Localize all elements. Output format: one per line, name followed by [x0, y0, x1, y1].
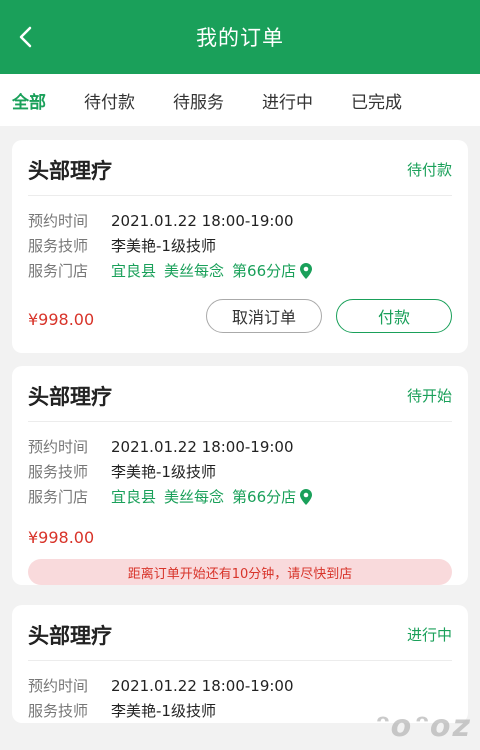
tab-pending-payment[interactable]: 待付款	[84, 88, 135, 113]
store-brand: 美丝每念	[164, 262, 225, 280]
order-status: 进行中	[406, 626, 452, 644]
tab-completed[interactable]: 已完成	[351, 88, 402, 113]
appointment-time-label: 预约时间	[28, 212, 89, 230]
store-row[interactable]: 服务门店 宜良县 美丝每念 第66分店	[28, 484, 452, 509]
chevron-left-icon	[19, 26, 32, 48]
pay-button[interactable]: 付款	[336, 299, 452, 333]
store-label: 服务门店	[28, 488, 89, 506]
service-name: 头部理疗	[28, 384, 112, 409]
watermark-logo: ᵔoᵔoz	[374, 709, 472, 744]
order-card-header: 头部理疗 待付款	[28, 140, 452, 196]
store-label: 服务门店	[28, 262, 89, 280]
arrival-reminder-notice: 距离订单开始还有10分钟，请尽快到店	[28, 559, 452, 585]
appointment-time-value: 2021.01.22 18:00-19:00	[111, 211, 294, 230]
app-header: 我的订单	[0, 0, 480, 74]
appointment-time-row: 预约时间 2021.01.22 18:00-19:00	[28, 434, 452, 459]
appointment-time-row: 预约时间 2021.01.22 18:00-19:00	[28, 208, 452, 233]
store-county: 宜良县	[111, 262, 157, 280]
appointment-time-value: 2021.01.22 18:00-19:00	[111, 437, 294, 456]
service-name: 头部理疗	[28, 623, 112, 648]
technician-value: 李美艳-1级技师	[111, 702, 216, 720]
technician-value: 李美艳-1级技师	[111, 463, 216, 481]
appointment-time-label: 预约时间	[28, 438, 89, 456]
store-branch: 第66分店	[232, 488, 297, 506]
technician-row: 服务技师 李美艳-1级技师	[28, 459, 452, 484]
store-county: 宜良县	[111, 488, 157, 506]
store-row[interactable]: 服务门店 宜良县 美丝每念 第66分店	[28, 258, 452, 283]
order-card[interactable]: 头部理疗 待付款 预约时间 2021.01.22 18:00-19:00 服务技…	[12, 140, 468, 353]
appointment-time-row: 预约时间 2021.01.22 18:00-19:00	[28, 673, 452, 698]
order-status: 待开始	[406, 387, 452, 405]
order-status: 待付款	[406, 161, 452, 179]
location-pin-icon[interactable]	[300, 262, 313, 279]
order-price: ¥998.00	[28, 309, 95, 329]
technician-label: 服务技师	[28, 237, 89, 255]
cancel-order-button[interactable]: 取消订单	[206, 299, 322, 333]
technician-value: 李美艳-1级技师	[111, 237, 216, 255]
technician-row: 服务技师 李美艳-1级技师	[28, 233, 452, 258]
tab-in-progress[interactable]: 进行中	[262, 88, 313, 113]
tab-pending-service[interactable]: 待服务	[173, 88, 224, 113]
technician-label: 服务技师	[28, 463, 89, 481]
technician-label: 服务技师	[28, 702, 89, 720]
tab-all[interactable]: 全部	[12, 88, 46, 113]
order-card-header: 头部理疗 待开始	[28, 366, 452, 422]
back-button[interactable]	[10, 22, 40, 52]
service-name: 头部理疗	[28, 158, 112, 183]
store-brand: 美丝每念	[164, 488, 225, 506]
location-pin-icon[interactable]	[300, 488, 313, 505]
order-card-header: 头部理疗 进行中	[28, 605, 452, 661]
store-branch: 第66分店	[232, 262, 297, 280]
order-price: ¥998.00	[28, 527, 95, 547]
appointment-time-label: 预约时间	[28, 677, 89, 695]
order-card[interactable]: 头部理疗 待开始 预约时间 2021.01.22 18:00-19:00 服务技…	[12, 366, 468, 585]
order-tabs: 全部 待付款 待服务 进行中 已完成	[0, 74, 480, 126]
order-list: 头部理疗 待付款 预约时间 2021.01.22 18:00-19:00 服务技…	[0, 126, 480, 723]
appointment-time-value: 2021.01.22 18:00-19:00	[111, 676, 294, 695]
page-title: 我的订单	[196, 26, 284, 50]
order-card[interactable]: 头部理疗 进行中 预约时间 2021.01.22 18:00-19:00 服务技…	[12, 605, 468, 723]
